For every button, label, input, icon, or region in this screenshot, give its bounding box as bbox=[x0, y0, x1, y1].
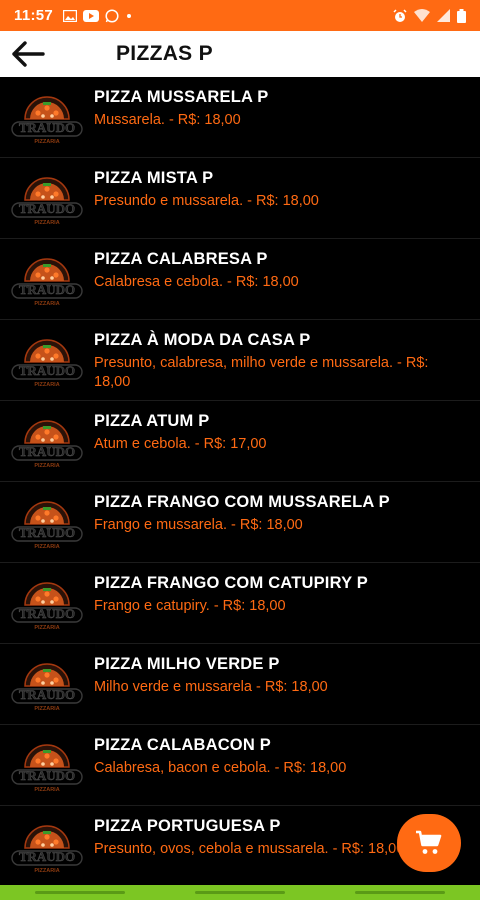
pizzeria-logo: TRAUDO PIZZARIA bbox=[11, 177, 83, 226]
list-item[interactable]: TRAUDO PIZZARIA PIZZA CALABACON P Calabr… bbox=[0, 725, 480, 806]
wifi-icon bbox=[414, 9, 430, 22]
item-name: PIZZA MILHO VERDE P bbox=[94, 655, 280, 673]
svg-text:PIZZARIA: PIZZARIA bbox=[34, 463, 59, 469]
nav-handle-right bbox=[355, 891, 445, 894]
svg-text:PIZZARIA: PIZZARIA bbox=[34, 868, 59, 874]
list-item[interactable]: TRAUDO PIZZARIA PIZZA MILHO VERDE P Milh… bbox=[0, 644, 480, 725]
status-bar: 11:57 bbox=[0, 0, 480, 31]
item-description: Frango e mussarela. - R$: 18,00 bbox=[94, 517, 303, 533]
item-description: Calabresa e cebola. - R$: 18,00 bbox=[94, 274, 299, 290]
item-name: PIZZA MUSSARELA P bbox=[94, 88, 269, 106]
shopping-cart-icon bbox=[416, 830, 442, 854]
cart-button[interactable] bbox=[397, 814, 461, 872]
nav-handle-center bbox=[195, 891, 285, 894]
signal-icon bbox=[437, 9, 450, 22]
item-description: Presunto, ovos, cebola e mussarela. - R$… bbox=[94, 841, 405, 857]
item-name: PIZZA MISTA P bbox=[94, 169, 214, 187]
pizzeria-logo: TRAUDO PIZZARIA bbox=[11, 339, 83, 388]
battery-icon bbox=[457, 8, 466, 23]
pizzeria-logo: TRAUDO PIZZARIA bbox=[11, 501, 83, 550]
item-name: PIZZA ATUM P bbox=[94, 412, 210, 430]
pizzeria-logo: TRAUDO PIZZARIA bbox=[11, 663, 83, 712]
item-description: Mussarela. - R$: 18,00 bbox=[94, 112, 241, 128]
list-item[interactable]: TRAUDO PIZZARIA PIZZA MUSSARELA P Mussar… bbox=[0, 77, 480, 158]
item-name: PIZZA CALABRESA P bbox=[94, 250, 268, 268]
item-description: Frango e catupiry. - R$: 18,00 bbox=[94, 598, 286, 614]
pizzeria-logo: TRAUDO PIZZARIA bbox=[11, 258, 83, 307]
list-item[interactable]: TRAUDO PIZZARIA PIZZA À MODA DA CASA P P… bbox=[0, 320, 480, 401]
svg-text:PIZZARIA: PIZZARIA bbox=[34, 706, 59, 712]
back-button[interactable] bbox=[0, 31, 56, 77]
item-name: PIZZA FRANGO COM CATUPIRY P bbox=[94, 574, 368, 592]
pizzeria-logo: TRAUDO PIZZARIA bbox=[11, 420, 83, 469]
list-item[interactable]: TRAUDO PIZZARIA PIZZA ATUM P Atum e cebo… bbox=[0, 401, 480, 482]
item-description: Milho verde e mussarela - R$: 18,00 bbox=[94, 679, 328, 695]
list-item[interactable]: TRAUDO PIZZARIA PIZZA FRANGO COM CATUPIR… bbox=[0, 563, 480, 644]
list-item[interactable]: TRAUDO PIZZARIA PIZZA MISTA P Presundo e… bbox=[0, 158, 480, 239]
pizzeria-logo: TRAUDO PIZZARIA bbox=[11, 744, 83, 793]
pizzeria-logo: TRAUDO PIZZARIA bbox=[11, 825, 83, 874]
item-name: PIZZA PORTUGUESA P bbox=[94, 817, 281, 835]
item-description: Presundo e mussarela. - R$: 18,00 bbox=[94, 193, 319, 209]
svg-text:PIZZARIA: PIZZARIA bbox=[34, 139, 59, 145]
svg-text:PIZZARIA: PIZZARIA bbox=[34, 382, 59, 388]
notification-dot-icon bbox=[127, 13, 132, 18]
list-item[interactable]: TRAUDO PIZZARIA PIZZA CALABRESA P Calabr… bbox=[0, 239, 480, 320]
nav-handle-left bbox=[35, 891, 125, 894]
list-item[interactable]: TRAUDO PIZZARIA PIZZA FRANGO COM MUSSARE… bbox=[0, 482, 480, 563]
svg-text:PIZZARIA: PIZZARIA bbox=[34, 625, 59, 631]
alarm-icon bbox=[393, 8, 407, 22]
svg-text:PIZZARIA: PIZZARIA bbox=[34, 544, 59, 550]
item-name: PIZZA À MODA DA CASA P bbox=[94, 331, 311, 349]
svg-text:PIZZARIA: PIZZARIA bbox=[34, 787, 59, 793]
status-time: 11:57 bbox=[14, 7, 54, 24]
whatsapp-icon bbox=[105, 8, 119, 23]
item-name: PIZZA CALABACON P bbox=[94, 736, 271, 754]
pizzeria-logo: TRAUDO PIZZARIA bbox=[11, 96, 83, 145]
item-description: Calabresa, bacon e cebola. - R$: 18,00 bbox=[94, 760, 347, 776]
svg-text:PIZZARIA: PIZZARIA bbox=[34, 220, 59, 226]
svg-text:PIZZARIA: PIZZARIA bbox=[34, 301, 59, 307]
arrow-left-icon bbox=[12, 41, 45, 67]
system-nav-bar bbox=[0, 885, 480, 900]
youtube-icon bbox=[83, 9, 100, 22]
app-bar: PIZZAS P bbox=[0, 31, 480, 77]
item-description: Atum e cebola. - R$: 17,00 bbox=[94, 436, 267, 452]
page-title: PIZZAS P bbox=[116, 42, 213, 65]
item-description: Presunto, calabresa, milho verde e mussa… bbox=[94, 355, 429, 390]
item-name: PIZZA FRANGO COM MUSSARELA P bbox=[94, 493, 390, 511]
gallery-icon bbox=[63, 9, 78, 22]
product-list: TRAUDO PIZZARIA PIZZA MUSSARELA P Mussar… bbox=[0, 77, 480, 885]
pizzeria-logo: TRAUDO PIZZARIA bbox=[11, 582, 83, 631]
